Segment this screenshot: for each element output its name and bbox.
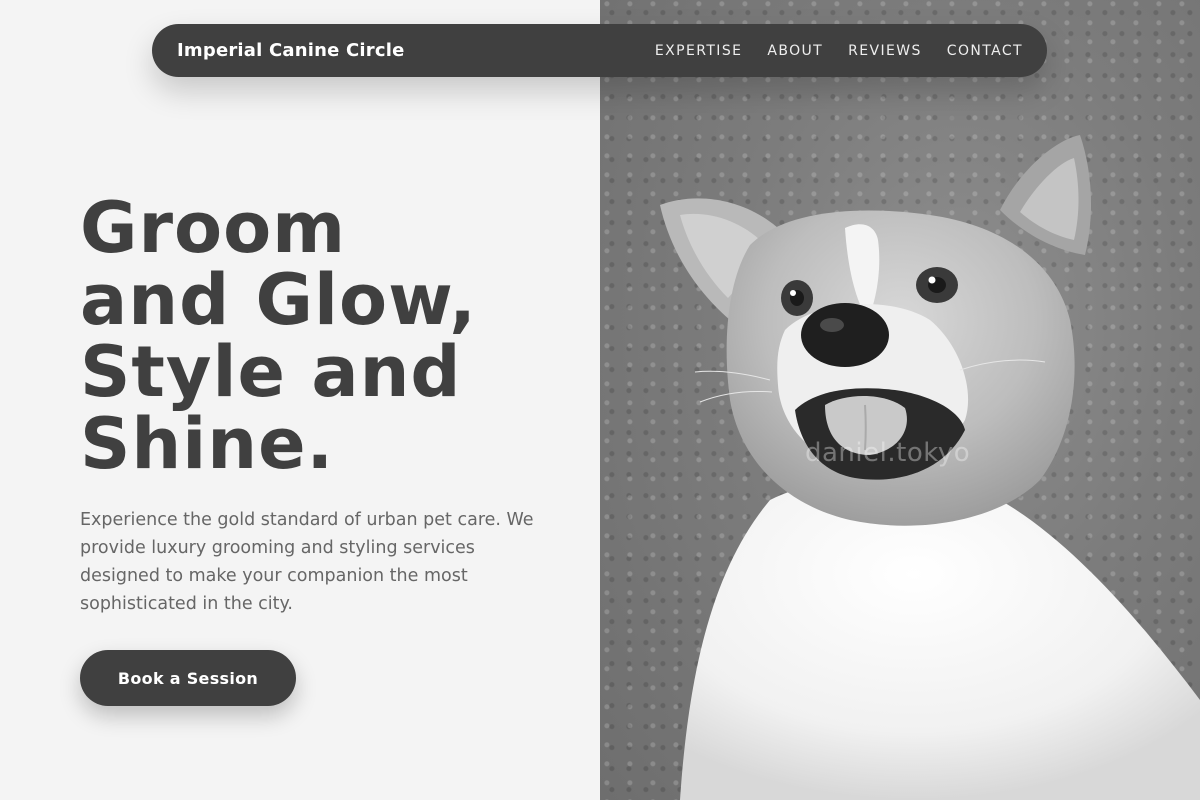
hero-intro: Experience the gold standard of urban pe… xyxy=(80,510,534,614)
nav-link-reviews[interactable]: REVIEWS xyxy=(848,43,922,59)
hero-headline: Groom and Glow, Style and Shine. xyxy=(80,192,580,480)
top-navbar: Imperial Canine Circle EXPERTISE ABOUT R… xyxy=(152,24,1047,77)
photo-watermark: daniel.tokyo xyxy=(805,438,971,468)
hero-photo: daniel.tokyo xyxy=(600,0,1200,800)
nav-links: EXPERTISE ABOUT REVIEWS CONTACT xyxy=(655,43,1023,59)
corgi-photo-icon xyxy=(660,135,1200,800)
nav-link-about[interactable]: ABOUT xyxy=(767,43,823,59)
headline-line-4: Shine. xyxy=(80,403,335,485)
headline-line-1: Groom xyxy=(80,187,347,269)
headline-line-2: and Glow, xyxy=(80,259,477,341)
brand-name[interactable]: Imperial Canine Circle xyxy=(177,40,405,61)
nav-link-expertise[interactable]: EXPERTISE xyxy=(655,43,742,59)
book-session-button[interactable]: Book a Session xyxy=(80,650,296,706)
headline-line-3: Style and xyxy=(80,331,462,413)
nav-link-contact[interactable]: CONTACT xyxy=(947,43,1023,59)
